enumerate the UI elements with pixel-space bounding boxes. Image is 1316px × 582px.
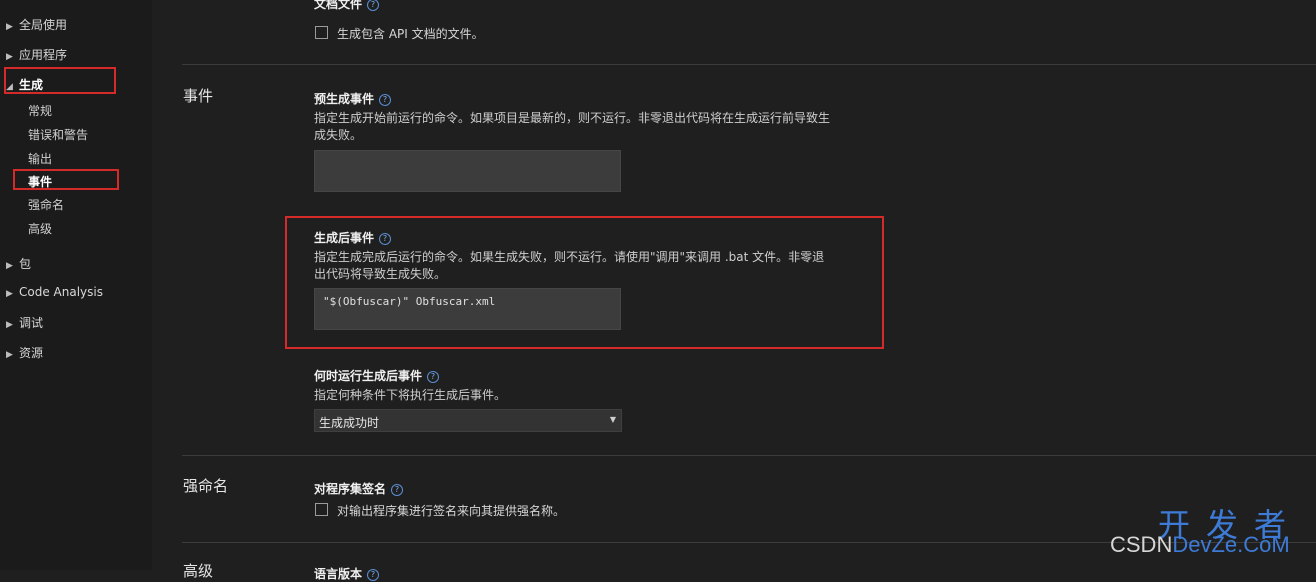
highlight-box-events	[13, 169, 119, 190]
chevron-down-icon: ▼	[609, 415, 616, 424]
post-build-description: 指定生成完成后运行的命令。如果生成失败，则不运行。请使用"调用"来调用 .bat…	[314, 250, 825, 281]
sidebar-subitem-strong-naming[interactable]: 强命名	[28, 196, 64, 213]
post-build-title-text: 生成后事件	[314, 231, 375, 245]
sidebar-subitem-general[interactable]: 常规	[28, 102, 52, 119]
sign-assembly-checkbox-label: 对输出程序集进行签名来向其提供强名称。	[337, 504, 566, 518]
run-when-title: 何时运行生成后事件?	[314, 367, 440, 384]
section-title-events: 事件	[183, 87, 214, 105]
doc-file-title: 文档文件?	[314, 0, 380, 12]
watermark-text: CSDNDevZe.CoM	[1110, 532, 1290, 558]
language-version-title-text: 语言版本	[314, 567, 363, 581]
help-icon[interactable]: ?	[427, 371, 440, 383]
sidebar-subitem-advanced[interactable]: 高级	[28, 220, 52, 237]
run-when-description: 指定何种条件下将执行生成后事件。	[314, 388, 507, 402]
expand-arrow-icon: ▶	[6, 320, 13, 330]
sidebar-subitem-errors-warnings[interactable]: 错误和警告	[28, 126, 88, 143]
language-version-title: 语言版本?	[314, 565, 380, 582]
run-when-selected-value: 生成成功时	[319, 416, 380, 430]
pre-build-title-text: 预生成事件	[314, 92, 375, 106]
sidebar-item-label: 资源	[19, 346, 44, 360]
sidebar-item-global[interactable]: ▶ 全局使用	[6, 16, 67, 33]
sign-assembly-title-text: 对程序集签名	[314, 482, 387, 496]
section-title-strong-naming: 强命名	[183, 477, 229, 495]
section-divider	[182, 64, 1316, 65]
help-icon[interactable]: ?	[367, 569, 380, 581]
post-build-title: 生成后事件?	[314, 229, 392, 246]
doc-file-title-text: 文档文件	[314, 0, 363, 11]
doc-file-checkbox[interactable]	[315, 26, 328, 39]
pre-build-description: 指定生成开始前运行的命令。如果项目是最新的，则不运行。非零退出代码将在生成运行前…	[314, 111, 831, 142]
post-build-input[interactable]: "$(Obfuscar)" Obfuscar.xml	[314, 288, 621, 330]
section-divider	[182, 455, 1316, 456]
sign-assembly-title: 对程序集签名?	[314, 480, 404, 497]
sidebar-item-label: Code Analysis	[19, 285, 103, 299]
sidebar-item-application[interactable]: ▶ 应用程序	[6, 46, 67, 63]
watermark-suffix: DevZe.CoM	[1172, 532, 1290, 557]
sidebar-item-code-analysis[interactable]: ▶ Code Analysis	[6, 285, 103, 299]
expand-arrow-icon: ▶	[6, 261, 13, 271]
run-when-title-text: 何时运行生成后事件	[314, 369, 423, 383]
section-title-advanced: 高级	[183, 562, 214, 580]
sidebar-item-label: 全局使用	[19, 18, 68, 32]
expand-arrow-icon: ▶	[6, 350, 13, 360]
expand-arrow-icon: ▶	[6, 52, 13, 62]
sign-assembly-checkbox[interactable]	[315, 503, 328, 516]
help-icon[interactable]: ?	[379, 94, 392, 106]
sidebar-subitem-output[interactable]: 输出	[28, 150, 52, 167]
sidebar-item-label: 包	[19, 257, 32, 271]
watermark-prefix: CSDN	[1110, 532, 1173, 557]
pre-build-title: 预生成事件?	[314, 90, 392, 107]
sidebar-item-resources[interactable]: ▶ 资源	[6, 344, 43, 361]
highlight-box-build	[4, 67, 116, 94]
sidebar-item-debug[interactable]: ▶ 调试	[6, 314, 43, 331]
help-icon[interactable]: ?	[367, 0, 380, 11]
expand-arrow-icon: ▶	[6, 289, 13, 299]
sidebar-item-package[interactable]: ▶ 包	[6, 255, 31, 272]
pre-build-input[interactable]	[314, 150, 621, 192]
run-when-dropdown[interactable]: 生成成功时 ▼	[314, 409, 622, 432]
help-icon[interactable]: ?	[391, 484, 404, 496]
help-icon[interactable]: ?	[379, 233, 392, 245]
expand-arrow-icon: ▶	[6, 22, 13, 32]
sidebar-item-label: 应用程序	[19, 48, 68, 62]
sidebar-item-label: 调试	[19, 316, 44, 330]
doc-file-checkbox-label: 生成包含 API 文档的文件。	[337, 27, 484, 41]
post-build-input-value: "$(Obfuscar)" Obfuscar.xml	[323, 295, 496, 308]
